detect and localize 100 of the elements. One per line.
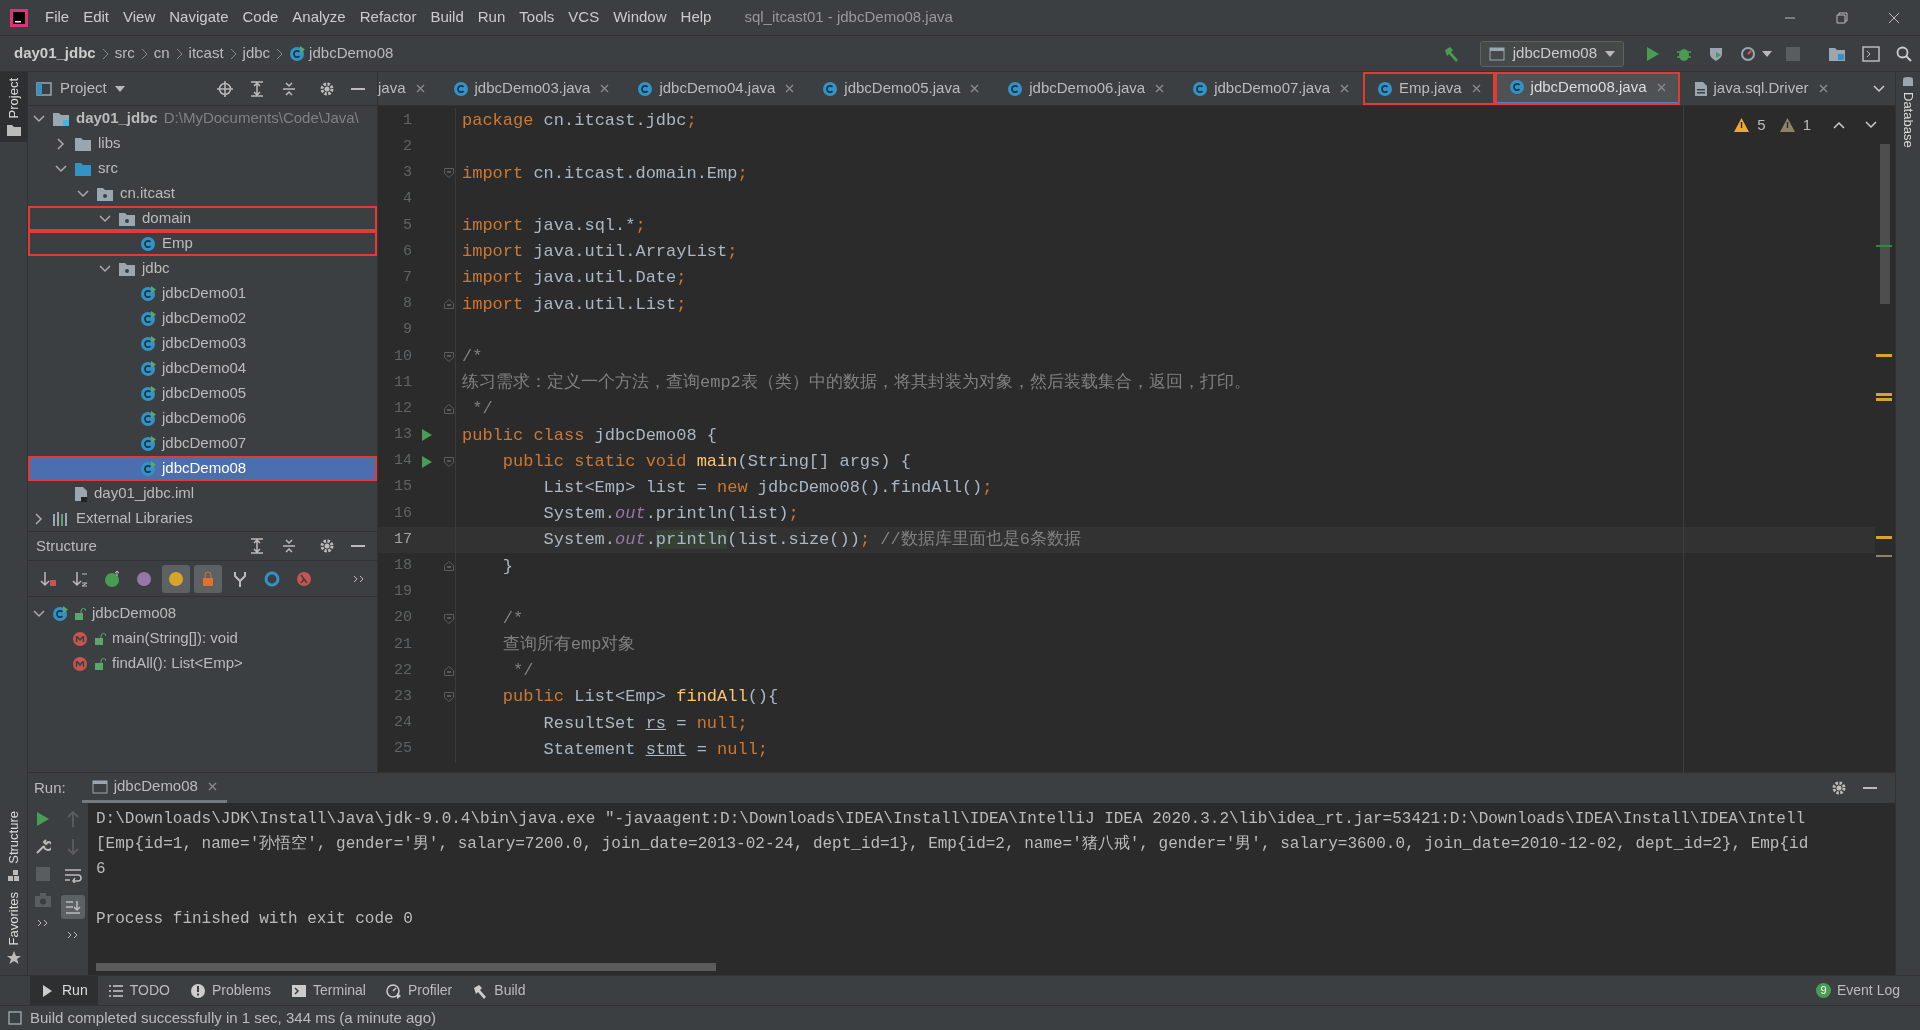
- tree-item[interactable]: jdbcDemo04: [28, 356, 377, 381]
- scrollbar-thumb[interactable]: [1880, 144, 1890, 304]
- tree-item[interactable]: src: [28, 156, 377, 181]
- chevron-down-icon[interactable]: [99, 264, 111, 273]
- menu-item[interactable]: Window: [606, 6, 674, 29]
- close-icon[interactable]: [415, 84, 425, 93]
- close-icon[interactable]: [600, 84, 610, 93]
- close-icon[interactable]: [970, 84, 980, 93]
- expand-all-icon[interactable]: [249, 538, 265, 554]
- rerun-icon[interactable]: [36, 811, 50, 827]
- tree-item[interactable]: jdbcDemo06: [28, 406, 377, 431]
- chevron-down-icon[interactable]: [1873, 84, 1885, 93]
- collapse-all-icon[interactable]: [281, 80, 297, 97]
- settings-icon[interactable]: [319, 80, 335, 97]
- tree-item[interactable]: jdbc: [28, 256, 377, 281]
- close-icon[interactable]: [1340, 84, 1350, 93]
- toggle-button[interactable]: [162, 564, 190, 593]
- fold-end-icon[interactable]: [443, 561, 454, 572]
- tree-item[interactable]: cn.itcast: [28, 181, 377, 206]
- close-icon[interactable]: [785, 84, 795, 93]
- expand-all-icon[interactable]: [249, 80, 265, 97]
- editor-tab[interactable]: jdbcDemo07.java: [1178, 72, 1364, 105]
- tree-item[interactable]: day01_jdbc D:\MyDocuments\Code\Java\: [28, 106, 377, 131]
- toggle-button[interactable]: [194, 564, 222, 593]
- run-gutter-icon[interactable]: [421, 454, 433, 469]
- close-icon[interactable]: [1155, 84, 1165, 93]
- chevron-down-icon[interactable]: [33, 609, 45, 618]
- tool-window-tab[interactable]: TODO: [97, 976, 180, 1005]
- restore-icon[interactable]: [1836, 11, 1848, 24]
- editor-tab[interactable]: java: [378, 72, 439, 105]
- gauge-icon[interactable]: [1740, 45, 1756, 62]
- window-icon[interactable]: [1862, 45, 1880, 62]
- square-icon[interactable]: [8, 1011, 22, 1025]
- breadcrumb[interactable]: jdbc: [242, 42, 271, 65]
- warning-count[interactable]: 1: [1802, 114, 1811, 137]
- soft-wrap-icon[interactable]: [64, 867, 82, 883]
- tree-item[interactable]: findAll(): List<Emp>: [28, 651, 377, 676]
- fold-icon[interactable]: [443, 456, 454, 467]
- chevron-down-icon[interactable]: [33, 114, 45, 123]
- tree-item[interactable]: Emp: [28, 231, 377, 256]
- chevron-down-icon[interactable]: [1865, 121, 1877, 130]
- tree-item[interactable]: domain: [28, 206, 377, 231]
- tree-item[interactable]: day01_jdbc.iml: [28, 481, 377, 506]
- run-gutter-icon[interactable]: [421, 428, 433, 443]
- shield-icon[interactable]: [1708, 45, 1724, 62]
- fold-end-icon[interactable]: [443, 299, 454, 310]
- collapse-all-icon[interactable]: [281, 538, 297, 554]
- menu-item[interactable]: Analyze: [285, 6, 353, 29]
- fold-icon[interactable]: [443, 692, 454, 703]
- menu-item[interactable]: Tools: [512, 6, 562, 29]
- fold-icon[interactable]: [443, 168, 454, 179]
- editor-tab[interactable]: Emp.java: [1363, 72, 1495, 105]
- target-icon[interactable]: [217, 80, 233, 97]
- menu-item[interactable]: File: [38, 6, 77, 29]
- breadcrumb[interactable]: jdbcDemo08: [309, 42, 394, 65]
- search-icon[interactable]: [1896, 45, 1912, 62]
- chevron-down-icon[interactable]: [55, 164, 67, 173]
- panel-title[interactable]: Project: [60, 77, 107, 100]
- close-icon[interactable]: [1818, 84, 1828, 93]
- chevron-down-icon[interactable]: [77, 189, 89, 198]
- breadcrumb[interactable]: day01_jdbc: [14, 42, 96, 65]
- menu-item[interactable]: Help: [673, 6, 719, 29]
- menu-item[interactable]: Navigate: [162, 6, 236, 29]
- database-side-tab[interactable]: Database: [1898, 92, 1918, 148]
- wrench-icon[interactable]: [35, 839, 51, 855]
- chevron-right-icon[interactable]: [57, 137, 65, 150]
- tool-window-tab[interactable]: Build: [462, 976, 536, 1005]
- menu-item[interactable]: Refactor: [352, 6, 424, 29]
- tool-window-tab[interactable]: Profiler: [375, 976, 463, 1005]
- more-icon[interactable]: [37, 919, 49, 927]
- breadcrumb[interactable]: itcast: [188, 42, 224, 65]
- warning-count[interactable]: 5: [1757, 114, 1766, 137]
- tree-item[interactable]: jdbcDemo01: [28, 281, 377, 306]
- chevron-right-icon[interactable]: [35, 512, 43, 525]
- tree-item[interactable]: main(String[]): void: [28, 626, 377, 651]
- breadcrumb[interactable]: cn: [153, 42, 170, 65]
- menu-item[interactable]: Edit: [76, 6, 117, 29]
- fold-icon[interactable]: [443, 613, 454, 624]
- chevron-up-icon[interactable]: [1833, 121, 1845, 130]
- tree-item[interactable]: jdbcDemo02: [28, 306, 377, 331]
- project-side-tab[interactable]: Project: [0, 72, 27, 143]
- horizontal-scrollbar[interactable]: [96, 963, 716, 971]
- editor-tab[interactable]: jdbcDemo06.java: [993, 72, 1179, 105]
- run-configuration-dropdown[interactable]: jdbcDemo08: [1479, 40, 1624, 67]
- more-icon[interactable]: [353, 574, 365, 583]
- menu-item[interactable]: Build: [423, 6, 471, 29]
- structure-side-tab[interactable]: Structure: [3, 810, 24, 882]
- more-icon[interactable]: [67, 931, 79, 939]
- caret-icon[interactable]: [1762, 50, 1772, 57]
- tool-window-tab[interactable]: Problems: [179, 976, 282, 1005]
- close-icon[interactable]: [1471, 84, 1481, 93]
- chevron-down-icon[interactable]: [99, 214, 111, 223]
- run-icon[interactable]: [1644, 45, 1660, 62]
- project-structure-icon[interactable]: [1828, 45, 1846, 62]
- editor-tab[interactable]: jdbcDemo04.java: [623, 72, 809, 105]
- close-icon[interactable]: [207, 782, 217, 791]
- breadcrumb[interactable]: src: [114, 42, 135, 65]
- fold-icon[interactable]: [443, 351, 454, 362]
- tree-item[interactable]: jdbcDemo05: [28, 381, 377, 406]
- menu-item[interactable]: VCS: [561, 6, 607, 29]
